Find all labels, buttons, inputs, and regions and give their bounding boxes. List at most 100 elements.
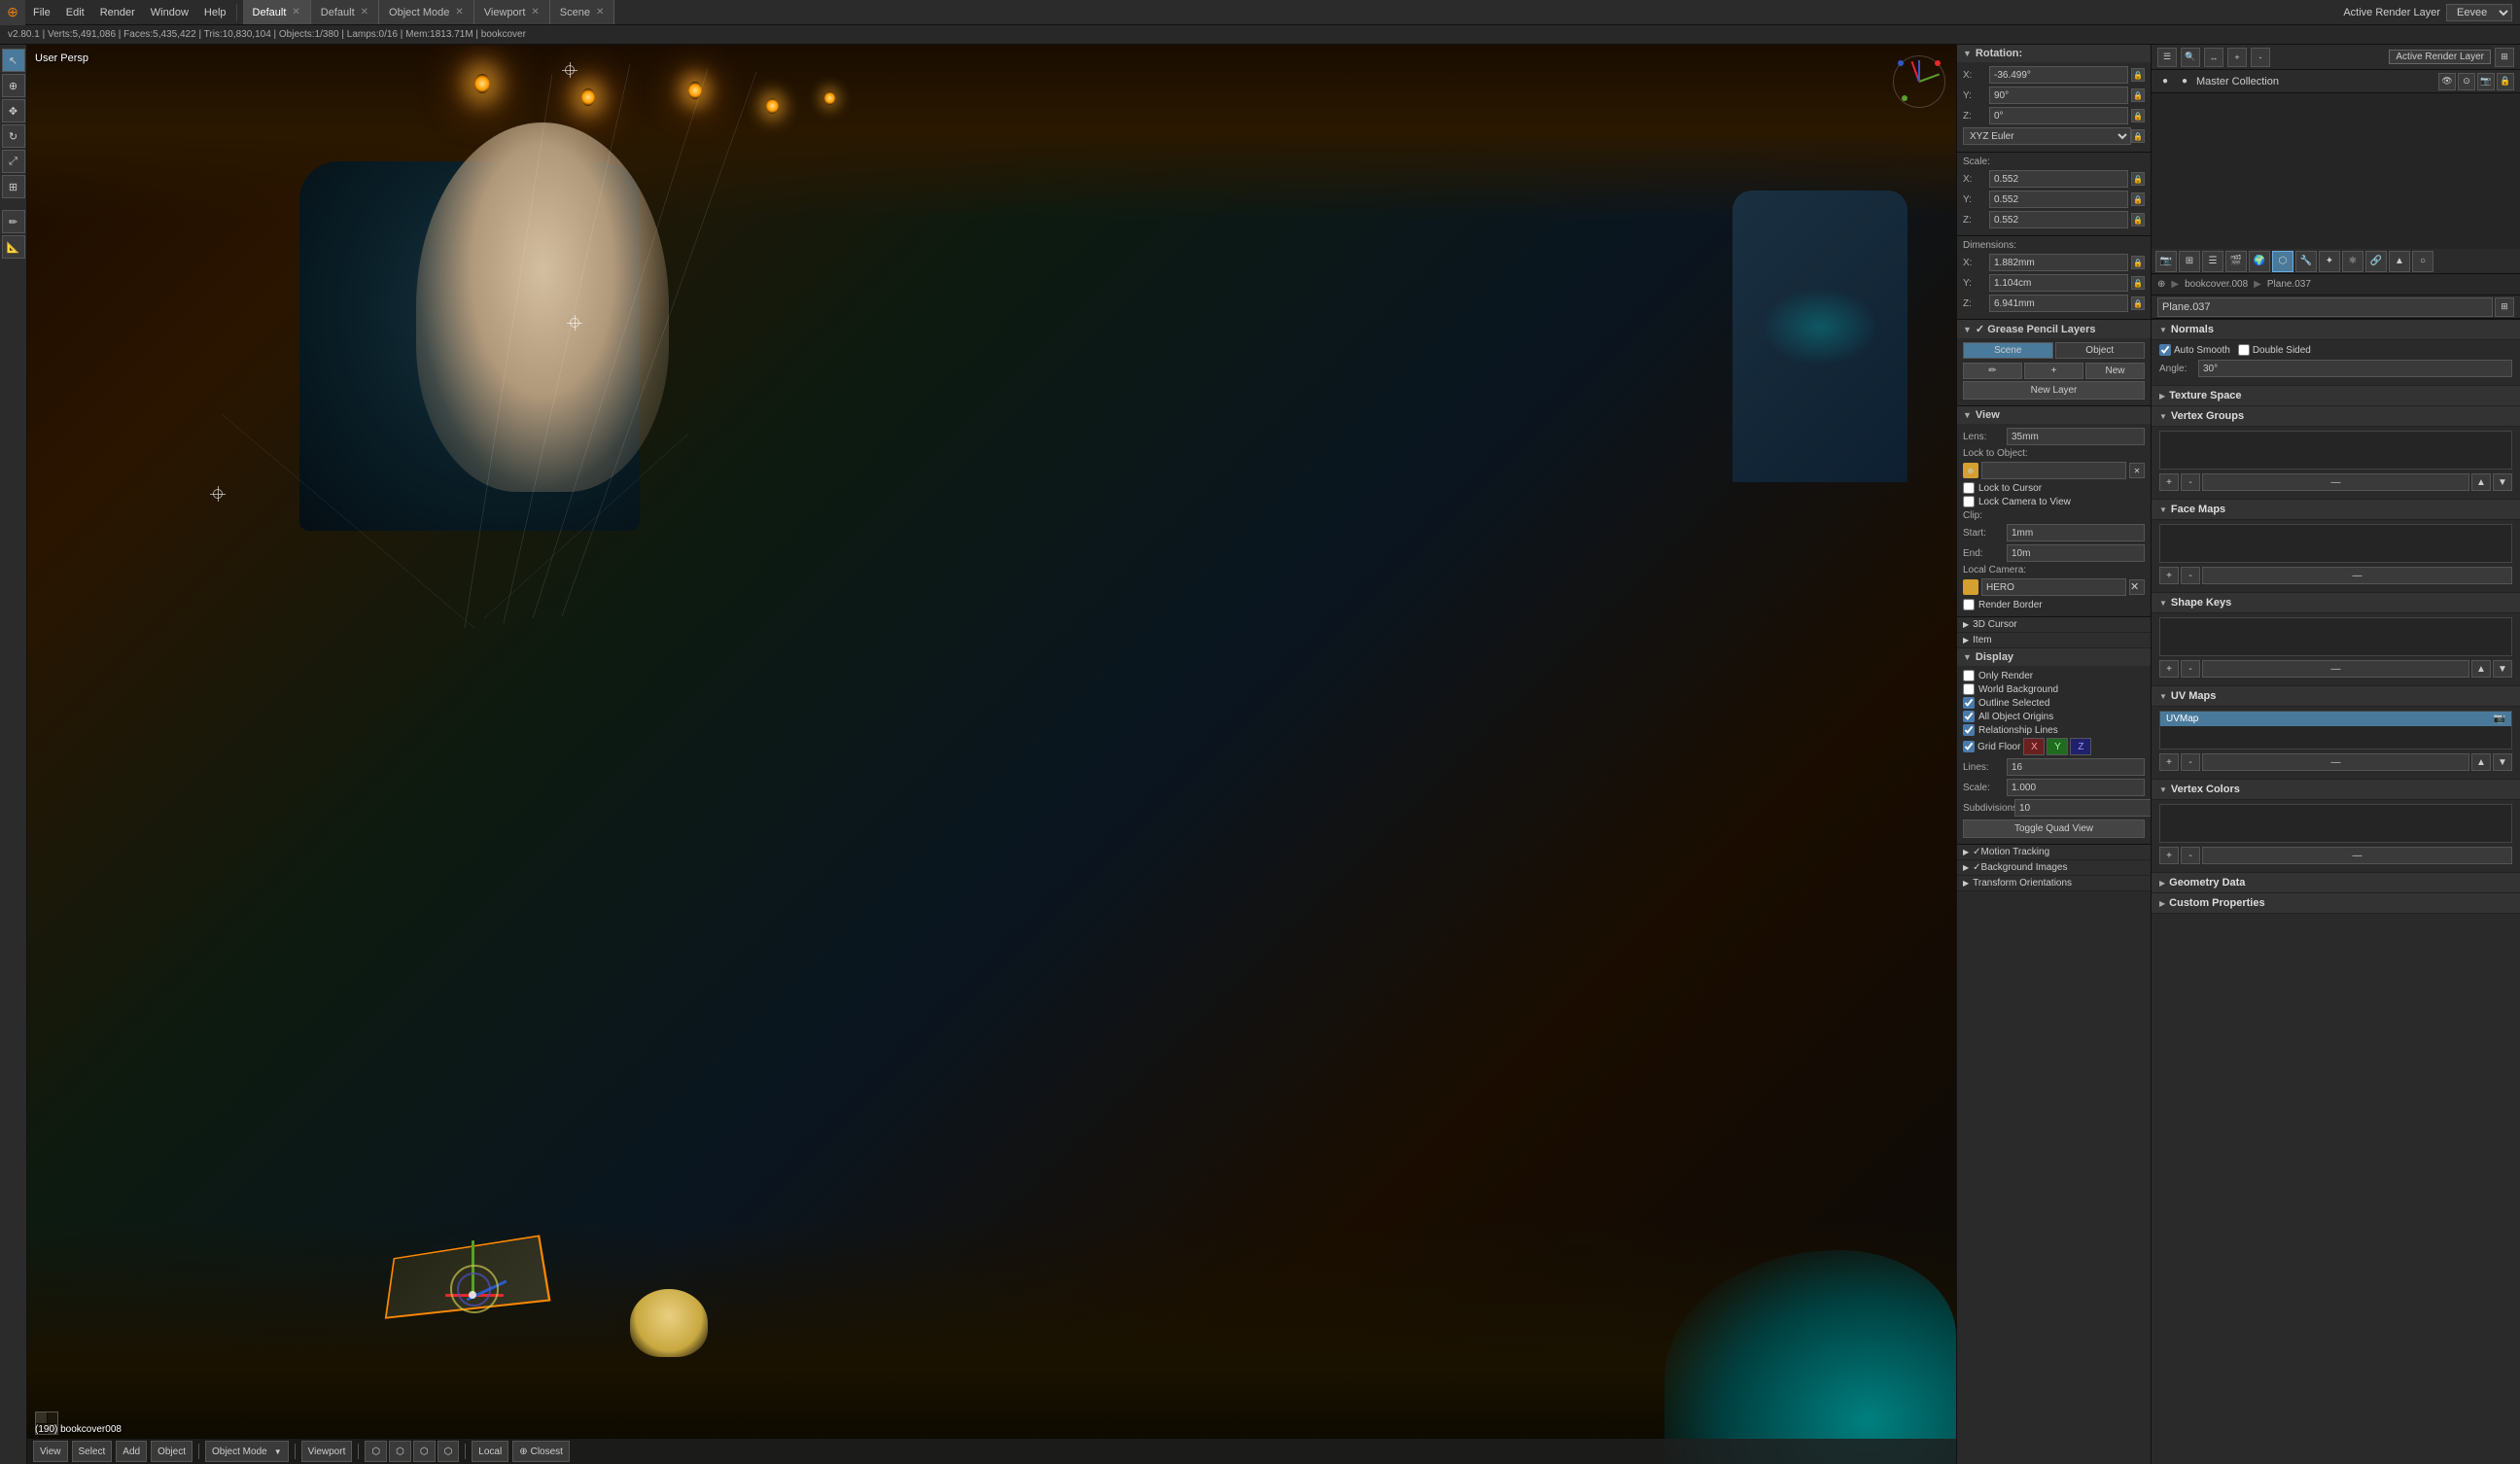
dim-x-lock[interactable]: 🔒	[2131, 256, 2145, 269]
scale-x-lock[interactable]: 🔒	[2131, 172, 2145, 186]
double-sided-label[interactable]: Double Sided	[2238, 344, 2311, 356]
vg-center-btn[interactable]: —	[2202, 473, 2469, 491]
uv-down-btn[interactable]: ▼	[2493, 753, 2512, 771]
annotate-btn[interactable]: ✏	[2, 210, 25, 233]
outliner-sync-btn[interactable]: ↔	[2204, 48, 2223, 67]
rel-lines-row[interactable]: Relationship Lines	[1963, 724, 2145, 736]
view-layer-props-btn[interactable]: ☰	[2202, 251, 2223, 272]
object-name-input[interactable]	[2157, 297, 2493, 317]
vertex-groups-list[interactable]	[2159, 431, 2512, 470]
particles-props-btn[interactable]: ✦	[2319, 251, 2340, 272]
only-render-row[interactable]: Only Render	[1963, 670, 2145, 681]
render-border-checkbox[interactable]	[1963, 599, 1975, 610]
world-bg-row[interactable]: World Background	[1963, 683, 2145, 695]
scale-tool-btn[interactable]: ⤢	[2, 150, 25, 173]
outliner-menu-btn[interactable]: ☰	[2157, 48, 2177, 67]
solid-btn[interactable]: ⬡	[389, 1441, 411, 1462]
rotation-z-lock[interactable]: 🔒	[2131, 109, 2145, 122]
scale-z-lock[interactable]: 🔒	[2131, 213, 2145, 227]
gp-add-btn[interactable]: +	[2024, 363, 2083, 379]
menu-edit[interactable]: Edit	[58, 0, 92, 24]
sk-center-btn[interactable]: —	[2202, 660, 2469, 678]
vg-down-btn[interactable]: ▼	[2493, 473, 2512, 491]
scale-y-input[interactable]	[1989, 191, 2128, 208]
viewport-object-menu[interactable]: Object	[151, 1441, 192, 1462]
vg-up-btn[interactable]: ▲	[2471, 473, 2491, 491]
rotation-y-input[interactable]	[1989, 87, 2128, 104]
custom-props-header[interactable]: ▶ Custom Properties	[2152, 893, 2520, 914]
sk-down-btn[interactable]: ▼	[2493, 660, 2512, 678]
measure-btn[interactable]: 📐	[2, 235, 25, 259]
all-origins-row[interactable]: All Object Origins	[1963, 711, 2145, 722]
vc-center-btn[interactable]: —	[2202, 847, 2512, 864]
menu-file[interactable]: File	[25, 0, 58, 24]
gp-tab-object[interactable]: Object	[2055, 342, 2146, 359]
rotation-z-input[interactable]	[1989, 107, 2128, 124]
uvmap-selected-item[interactable]: UVMap 📷	[2160, 712, 2511, 726]
object-name-btn[interactable]: ⊞	[2495, 297, 2514, 317]
dim-x-input[interactable]	[1989, 254, 2128, 271]
gp-edit-btn[interactable]: ✏	[1963, 363, 2022, 379]
workspace-scene[interactable]: Scene ✕	[550, 0, 615, 24]
outliner-extra-btn[interactable]: ⊞	[2495, 48, 2514, 67]
workspace-default1[interactable]: Default ✕	[243, 0, 311, 24]
scale-x-input[interactable]	[1989, 170, 2128, 188]
uv-maps-list[interactable]: UVMap 📷	[2159, 711, 2512, 749]
outliner-filter-btn[interactable]: 🔍	[2181, 48, 2200, 67]
rendered-btn[interactable]: ⬡	[438, 1441, 460, 1462]
face-maps-list[interactable]	[2159, 524, 2512, 563]
vg-add-btn[interactable]: +	[2159, 473, 2179, 491]
viewport-mode-selector[interactable]: Object Mode ▼	[205, 1441, 289, 1462]
close-icon[interactable]: ✕	[531, 7, 539, 17]
dim-y-input[interactable]	[1989, 274, 2128, 292]
lock-camera-row[interactable]: Lock Camera to View	[1963, 496, 2145, 507]
normals-section-header[interactable]: ▼ Normals	[2152, 320, 2520, 340]
uv-remove-btn[interactable]: -	[2181, 753, 2200, 771]
outliner-expand-btn[interactable]: +	[2227, 48, 2247, 67]
snap-btn[interactable]: ⊕ Closest	[512, 1441, 570, 1462]
auto-smooth-label[interactable]: Auto Smooth	[2159, 344, 2230, 356]
rotate-tool-btn[interactable]: ↻	[2, 124, 25, 148]
toggle-quad-view-btn[interactable]: Toggle Quad View	[1963, 819, 2145, 838]
fm-add-btn[interactable]: +	[2159, 567, 2179, 584]
double-sided-checkbox[interactable]	[2238, 344, 2250, 356]
only-render-checkbox[interactable]	[1963, 670, 1975, 681]
lock-to-cursor-row[interactable]: Lock to Cursor	[1963, 482, 2145, 494]
uv-up-btn[interactable]: ▲	[2471, 753, 2491, 771]
angle-input[interactable]	[2198, 360, 2512, 377]
fm-remove-btn[interactable]: -	[2181, 567, 2200, 584]
outliner-collapse-btn[interactable]: -	[2251, 48, 2270, 67]
lock-object-clear-btn[interactable]: ✕	[2129, 463, 2145, 478]
sk-up-btn[interactable]: ▲	[2471, 660, 2491, 678]
shape-keys-list[interactable]	[2159, 617, 2512, 656]
fm-center-btn[interactable]: —	[2202, 567, 2512, 584]
clip-start-input[interactable]	[2007, 524, 2145, 541]
shape-keys-header[interactable]: ▼ Shape Keys	[2152, 593, 2520, 613]
clip-end-input[interactable]	[2007, 544, 2145, 562]
pivot-point-btn[interactable]: Local	[472, 1441, 508, 1462]
lines-input[interactable]	[2007, 758, 2145, 776]
lock-to-cursor-checkbox[interactable]	[1963, 482, 1975, 494]
vc-add-btn[interactable]: +	[2159, 847, 2179, 864]
collection-render-btn[interactable]: 📷	[2477, 73, 2495, 90]
transform-orientations-header[interactable]: ▶ Transform Orientations	[1957, 876, 2151, 891]
rotation-y-lock[interactable]: 🔒	[2131, 88, 2145, 102]
data-props-btn[interactable]: ▲	[2389, 251, 2410, 272]
collection-lock-btn[interactable]: 🔒	[2497, 73, 2514, 90]
viewport-shading-btn[interactable]: Viewport	[301, 1441, 353, 1462]
gp-new-btn[interactable]: New	[2085, 363, 2145, 379]
auto-smooth-checkbox[interactable]	[2159, 344, 2171, 356]
geometry-data-header[interactable]: ▶ Geometry Data	[2152, 873, 2520, 893]
view-header[interactable]: ▼ View	[1957, 406, 2151, 424]
viewport-view-menu[interactable]: View	[33, 1441, 68, 1462]
close-icon[interactable]: ✕	[455, 7, 463, 17]
close-icon[interactable]: ✕	[361, 7, 368, 17]
output-props-btn[interactable]: ⊞	[2179, 251, 2200, 272]
display-header[interactable]: ▼ Display	[1957, 648, 2151, 666]
workspace-object-mode[interactable]: Object Mode ✕	[379, 0, 474, 24]
render-border-row[interactable]: Render Border	[1963, 599, 2145, 610]
workspace-viewport[interactable]: Viewport ✕	[474, 0, 550, 24]
grid-floor-checkbox[interactable]	[1963, 741, 1975, 752]
uv-maps-header[interactable]: ▼ UV Maps	[2152, 686, 2520, 707]
material-props-btn[interactable]: ○	[2412, 251, 2433, 272]
